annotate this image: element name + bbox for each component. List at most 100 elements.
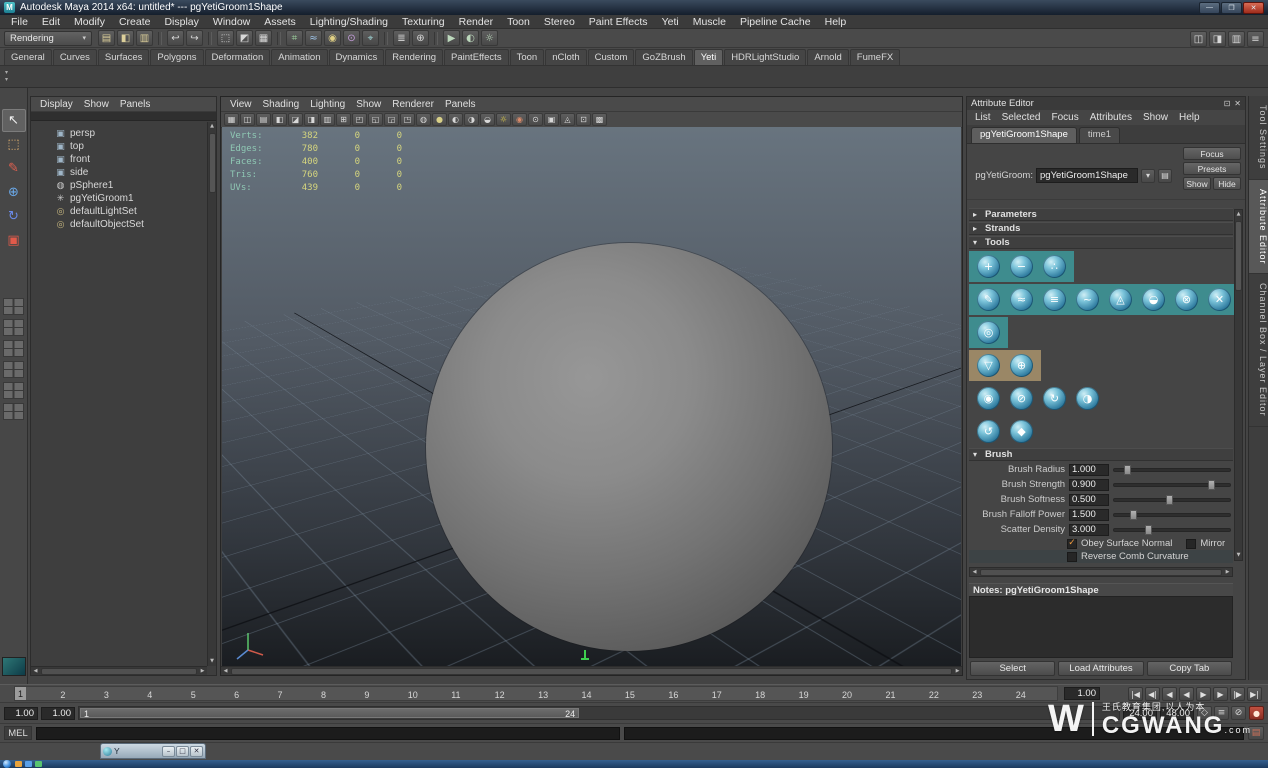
snap-to-point-icon[interactable]: ◉	[324, 30, 341, 46]
close-panel-icon[interactable]: ✕	[1234, 99, 1241, 108]
select-camera-icon[interactable]: ▦	[224, 113, 239, 126]
panel-menu-item[interactable]: Attributes	[1085, 112, 1137, 123]
wireframe-icon[interactable]: ◐	[448, 113, 463, 126]
slider-track[interactable]	[1113, 479, 1231, 490]
checkbox[interactable]: ✓	[1067, 538, 1077, 549]
layout-two-pane-stacked-button[interactable]	[3, 361, 24, 378]
panel-menu-item[interactable]: Show	[351, 99, 386, 110]
shelf-tab[interactable]: Polygons	[150, 49, 204, 65]
scroll-left-icon[interactable]: ◀	[970, 569, 979, 575]
window-titlebar[interactable]: M Autodesk Maya 2014 x64: untitled* --- …	[0, 0, 1268, 15]
attribute-editor-horizontal-scrollbar[interactable]: ◀ ▶	[969, 567, 1233, 577]
current-layout-thumbnail[interactable]	[2, 657, 26, 676]
panel-menu-item[interactable]: Show	[79, 99, 114, 110]
multisampling-icon[interactable]: ◬	[560, 113, 575, 126]
save-scene-icon[interactable]: ▥	[136, 30, 153, 46]
scroll-up-icon[interactable]: ▲	[210, 122, 214, 131]
node-name-field[interactable]: pgYetiGroom1Shape	[1036, 168, 1138, 183]
play-backwards-button[interactable]: ◀	[1179, 687, 1194, 701]
node-list-icon[interactable]: ▤	[1158, 168, 1172, 183]
scroll-left-icon[interactable]: ◀	[31, 668, 40, 674]
outliner-item[interactable]: ▣ front	[31, 153, 207, 166]
command-language-toggle[interactable]: MEL	[4, 726, 32, 740]
tangle-tool-icon[interactable]: ⊗	[1175, 288, 1198, 311]
anim-layer-icon[interactable]: ≡	[1214, 706, 1229, 720]
shelf-tab[interactable]: PaintEffects	[444, 49, 509, 65]
outliner-item[interactable]: ◎ defaultLightSet	[31, 205, 207, 218]
scroll-thumb[interactable]	[231, 667, 952, 675]
menu-item[interactable]: File	[4, 15, 35, 29]
outliner-item[interactable]: ▣ top	[31, 140, 207, 153]
shelf-tab[interactable]: GoZBrush	[635, 49, 693, 65]
shelf-tab[interactable]: Yeti	[693, 49, 724, 65]
taskbar-app-icon-2[interactable]	[25, 761, 32, 767]
scroll-down-icon[interactable]: ▼	[1237, 551, 1241, 560]
value-field[interactable]: 0.500	[1069, 493, 1109, 506]
slider-handle[interactable]	[1166, 494, 1174, 505]
shadows-icon[interactable]: ◉	[512, 113, 527, 126]
floating-close-button[interactable]: ✕	[190, 745, 203, 757]
step-back-frame-button[interactable]: ◀|	[1145, 687, 1160, 701]
command-result-field[interactable]	[624, 726, 1244, 740]
play-forwards-button[interactable]: ▶	[1196, 687, 1211, 701]
grease-pencil-icon[interactable]: ▥	[320, 113, 335, 126]
menu-item[interactable]: Pipeline Cache	[733, 15, 818, 29]
polygon-sphere[interactable]	[426, 243, 832, 651]
viewport-horizontal-scrollbar[interactable]: ◀ ▶	[221, 666, 962, 675]
outliner-item[interactable]: ▣ persp	[31, 127, 207, 140]
smooth-tool-icon[interactable]: ◎	[977, 321, 1000, 344]
menu-item[interactable]: Help	[818, 15, 854, 29]
outliner-item[interactable]: ◍ pSphere1	[31, 179, 207, 192]
menu-item[interactable]: Texturing	[395, 15, 452, 29]
menu-item[interactable]: Window	[206, 15, 257, 29]
footer-button[interactable]: Copy Tab	[1146, 661, 1232, 676]
shelf-tab[interactable]: FumeFX	[849, 49, 901, 65]
snap-to-grid-icon[interactable]: ⌗	[286, 30, 303, 46]
panel-menu-item[interactable]: Display	[35, 99, 78, 110]
menu-item[interactable]: Paint Effects	[582, 15, 655, 29]
step-back-key-button[interactable]: ◀	[1162, 687, 1177, 701]
character-set-icon[interactable]: ◇	[1197, 706, 1212, 720]
channel-box-toggle-icon[interactable]: ≡	[1247, 31, 1264, 47]
playback-range-bar[interactable]: 1 24	[80, 708, 580, 719]
paint-select-tool-icon[interactable]: ✎	[2, 157, 26, 180]
section-tools[interactable]: ▾ Tools	[969, 236, 1233, 249]
layout-three-pane-button[interactable]	[3, 382, 24, 399]
presets-button[interactable]: Presets	[1183, 162, 1241, 175]
menu-item[interactable]: Render	[452, 15, 500, 29]
side-panel-tab[interactable]: Tool Settings	[1249, 96, 1268, 180]
node-menu-icon[interactable]: ▾	[1141, 168, 1155, 183]
use-all-lights-icon[interactable]: ☼	[496, 113, 511, 126]
footer-button[interactable]: Load Attributes	[1058, 661, 1144, 676]
close-button[interactable]: ✕	[1243, 1, 1264, 14]
delete-strands-tool-icon[interactable]: −	[1010, 255, 1033, 278]
isolate-select-icon[interactable]: ▩	[592, 113, 607, 126]
start-button[interactable]	[3, 760, 11, 768]
range-slider-track[interactable]: 1 24	[78, 706, 1120, 720]
shelf-tab[interactable]: Toon	[509, 49, 545, 65]
layout-single-pane-button[interactable]	[3, 298, 24, 315]
straighten-tool-icon[interactable]: ≡	[1043, 288, 1066, 311]
value-field[interactable]: 3.000	[1069, 523, 1109, 536]
mirror-groom-icon[interactable]: ◆	[1010, 420, 1033, 443]
attribute-editor-vertical-scrollbar[interactable]: ▲ ▼	[1234, 209, 1243, 561]
checkbox-item[interactable]: Reverse Comb Curvature	[1067, 551, 1189, 562]
screen-space-ao-icon[interactable]: ⊙	[528, 113, 543, 126]
attribute-editor-titlebar[interactable]: Attribute Editor ⊡ ✕	[967, 97, 1245, 110]
floating-window-titlebar[interactable]: Y – □ ✕	[100, 743, 206, 759]
move-tool-icon[interactable]: ⊕	[2, 181, 26, 204]
menu-item[interactable]: Display	[157, 15, 205, 29]
command-input[interactable]	[36, 726, 620, 740]
menu-item[interactable]: Muscle	[686, 15, 733, 29]
redo-icon[interactable]: ↪	[186, 30, 203, 46]
menu-item[interactable]: Yeti	[655, 15, 686, 29]
value-field[interactable]: 1.500	[1069, 508, 1109, 521]
shaded-icon[interactable]: ◑	[464, 113, 479, 126]
panel-menu-item[interactable]: Panels	[440, 99, 481, 110]
step-forward-frame-button[interactable]: |▶	[1230, 687, 1245, 701]
taskbar-app-icon-3[interactable]	[35, 761, 42, 767]
panel-menu-item[interactable]: View	[225, 99, 257, 110]
camera-attributes-icon[interactable]: ▤	[256, 113, 271, 126]
input-connections-icon[interactable]: ≣	[393, 30, 410, 46]
outliner-item[interactable]: ◎ defaultObjectSet	[31, 218, 207, 231]
